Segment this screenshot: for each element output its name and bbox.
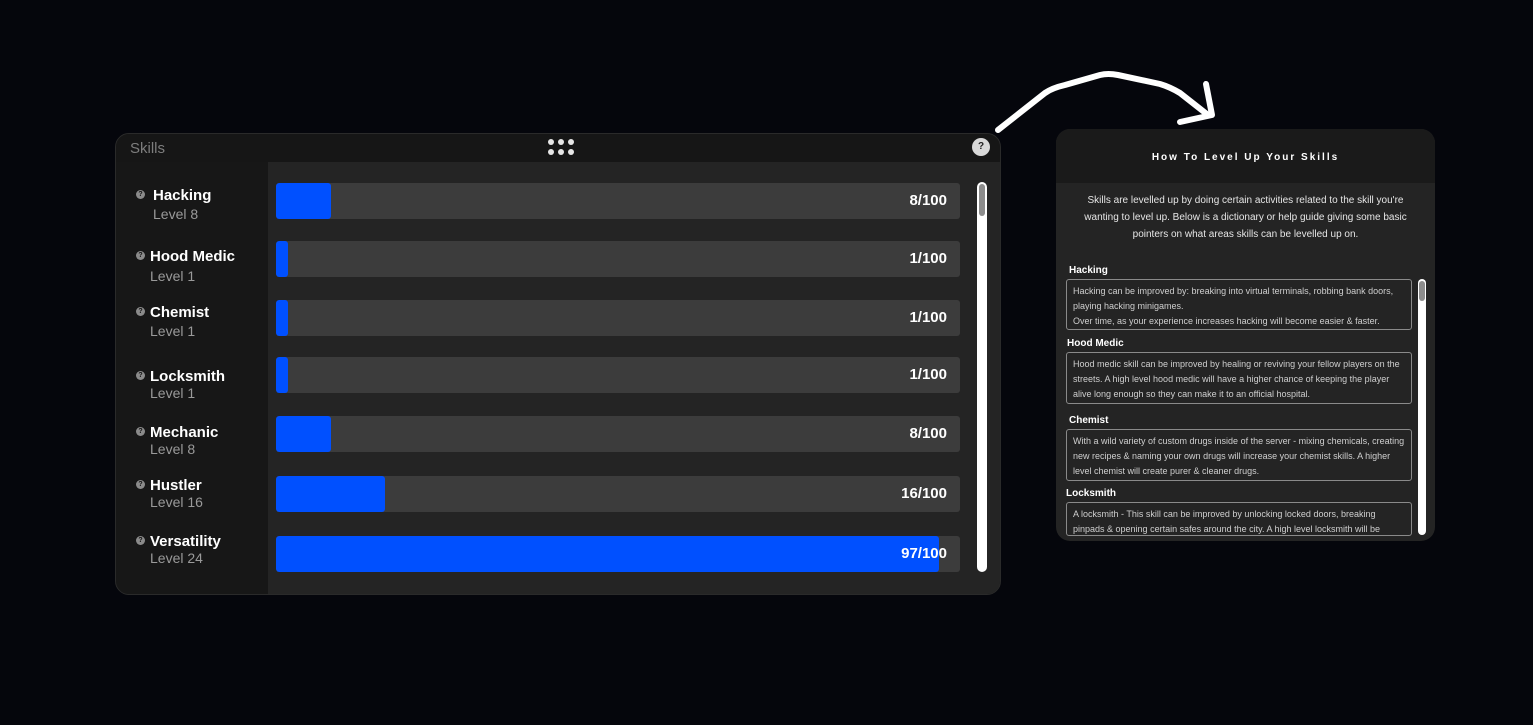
progress-bar-versatility: 97/100: [276, 536, 960, 572]
help-text-chemist: With a wild variety of custom drugs insi…: [1066, 429, 1412, 481]
progress-bar-hustler: 16/100: [276, 476, 960, 512]
skills-scrollbar[interactable]: [977, 182, 987, 572]
skills-header: Skills ?: [116, 134, 1000, 162]
skill-level: Level 1: [150, 268, 196, 284]
progress-fill: [276, 241, 288, 277]
skill-level: Level 8: [153, 206, 199, 222]
progress-fill: [276, 183, 331, 219]
progress-fill: [276, 536, 939, 572]
skill-name: Versatility: [150, 533, 221, 550]
screen: Skills ? ? Hacking Level 8 ? Hood Medic …: [0, 0, 1533, 725]
help-title: How To Level Up Your Skills: [1151, 152, 1340, 163]
help-section-title-chemist: Chemist: [1069, 415, 1109, 426]
progress-value: 97/100: [901, 545, 947, 562]
question-icon[interactable]: ?: [136, 371, 145, 380]
help-intro: Skills are levelled up by doing certain …: [1084, 195, 1407, 240]
help-section-title-hacking: Hacking: [1069, 265, 1108, 276]
skill-name: Chemist: [150, 304, 210, 321]
skill-level: Level 1: [150, 385, 196, 401]
skill-level: Level 24: [150, 550, 203, 566]
question-icon[interactable]: ?: [136, 536, 145, 545]
progress-bar-locksmith: 1/100: [276, 357, 960, 393]
progress-value: 1/100: [909, 309, 947, 326]
question-icon[interactable]: ?: [136, 251, 145, 260]
help-header: How To Level Up Your Skills: [1056, 129, 1435, 183]
skill-level: Level 16: [150, 494, 203, 510]
question-icon[interactable]: ?: [136, 427, 145, 436]
scrollbar-thumb[interactable]: [1419, 281, 1425, 301]
help-panel: How To Level Up Your Skills Skills are l…: [1056, 129, 1435, 541]
progress-bar-hood-medic: 1/100: [276, 241, 960, 277]
progress-fill: [276, 300, 288, 336]
help-section-title-hood-medic: Hood Medic: [1067, 338, 1124, 349]
drag-handle-icon[interactable]: [548, 139, 576, 157]
question-icon[interactable]: ?: [136, 307, 145, 316]
skills-panel: Skills ? ? Hacking Level 8 ? Hood Medic …: [115, 133, 1001, 595]
progress-value: 1/100: [909, 250, 947, 267]
progress-bar-mechanic: 8/100: [276, 416, 960, 452]
skill-level: Level 8: [150, 441, 196, 457]
curved-arrow-icon: [995, 71, 1215, 133]
progress-value: 8/100: [909, 425, 947, 442]
skills-title: Skills: [130, 140, 166, 157]
help-text-hood-medic: Hood medic skill can be improved by heal…: [1066, 352, 1412, 404]
progress-value: 1/100: [909, 366, 947, 383]
help-section-title-locksmith: Locksmith: [1066, 488, 1117, 499]
progress-bar-hacking: 8/100: [276, 183, 960, 219]
progress-fill: [276, 357, 288, 393]
progress-fill: [276, 416, 331, 452]
progress-value: 8/100: [909, 192, 947, 209]
skills-progress-area: 8/100 1/100 1/100 1/100 8/100 16/100 97/…: [268, 162, 1000, 594]
help-button[interactable]: ?: [972, 138, 990, 156]
question-icon[interactable]: ?: [136, 480, 145, 489]
skill-name: Mechanic: [150, 424, 219, 441]
skill-level: Level 1: [150, 323, 196, 339]
help-scrollbar[interactable]: [1418, 279, 1426, 535]
question-icon[interactable]: ?: [136, 190, 145, 199]
skills-sidebar: ? Hacking Level 8 ? Hood Medic Level 1 ?…: [116, 162, 268, 594]
help-text-locksmith: A locksmith - This skill can be improved…: [1066, 502, 1412, 536]
skill-name: Hood Medic: [150, 248, 235, 265]
skill-name: Locksmith: [150, 368, 226, 385]
help-text-hacking: Hacking can be improved by: breaking int…: [1066, 279, 1412, 330]
progress-fill: [276, 476, 385, 512]
scrollbar-thumb[interactable]: [979, 184, 985, 216]
skill-name: Hustler: [150, 477, 202, 494]
progress-value: 16/100: [901, 485, 947, 502]
skill-name: Hacking: [153, 187, 212, 204]
progress-bar-chemist: 1/100: [276, 300, 960, 336]
